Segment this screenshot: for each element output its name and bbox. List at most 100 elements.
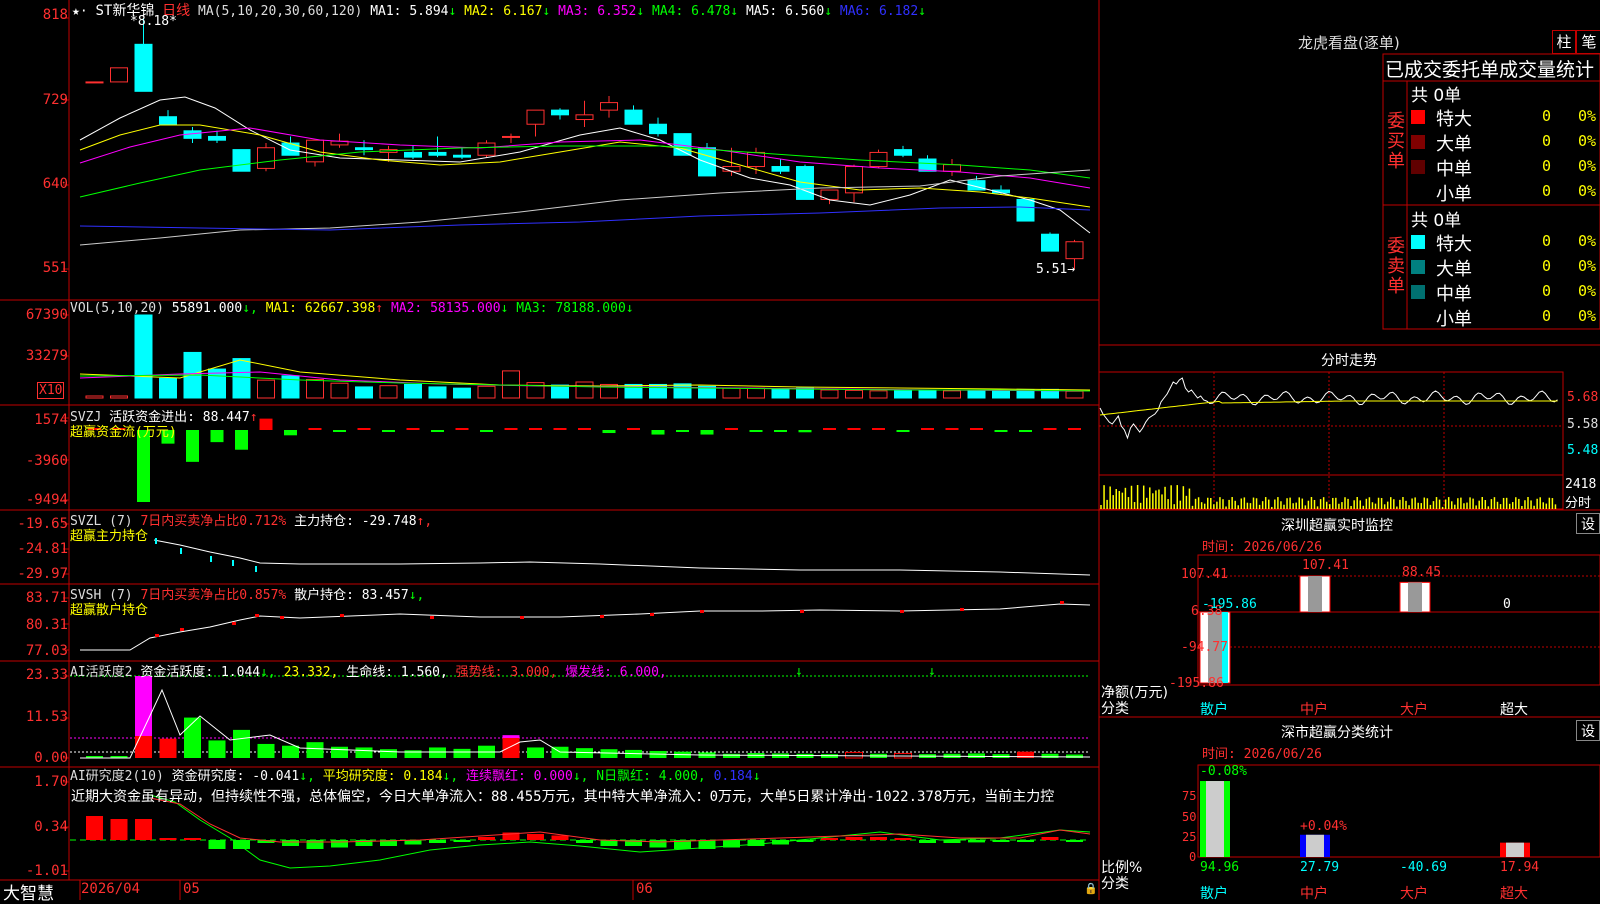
ma5-line — [79, 169, 1091, 246]
fund-flow-bar — [872, 428, 885, 430]
sz-classify-bar-shade — [1206, 781, 1224, 857]
ai-research-bar — [282, 840, 299, 846]
fund-flow-bar — [921, 428, 934, 430]
volume-bar — [502, 370, 520, 399]
svsh-marker — [430, 616, 434, 619]
vol-value: 55891.000 — [171, 301, 243, 316]
ai-active-bar — [527, 747, 544, 758]
svsh-marker — [800, 610, 804, 613]
order-row-value: 0 — [1542, 282, 1552, 300]
sz-classify-bar-shade — [1306, 834, 1324, 857]
intraday-tick: 5.68 — [1567, 390, 1599, 405]
vol-unit-box[interactable]: X10 — [37, 382, 65, 399]
fund-flow-bar — [725, 428, 738, 430]
ai-research-bar — [478, 837, 495, 840]
month-may: 05 — [183, 881, 200, 897]
sz-classify-frame — [1197, 764, 1600, 858]
ai-strong-label: 强势线: — [455, 665, 503, 680]
order-row-label: 特大 — [1436, 234, 1472, 255]
ai-research-bar — [453, 840, 471, 842]
fund-flow-bar — [749, 430, 763, 432]
lock-icon[interactable]: 🔒 — [1084, 882, 1098, 895]
high-price-mark: *8.18* — [130, 14, 177, 29]
sz-classify-tick: 0 — [1189, 850, 1197, 864]
ai-active-bar — [306, 742, 324, 758]
sz-monitor-category: 中户 — [1300, 702, 1328, 718]
svsh-name: 散户持仓: — [294, 588, 354, 603]
candle-body — [159, 116, 177, 125]
order-row-pct: 0% — [1578, 257, 1597, 275]
volume-bar — [845, 389, 863, 399]
ai-life-value: 1.560, — [400, 665, 448, 680]
vol-ma1-line — [79, 359, 1091, 391]
fund-flow-bar — [504, 428, 518, 430]
sz-monitor-category: 大户 — [1400, 702, 1428, 718]
sz-classify-tick: 50 — [1182, 810, 1197, 824]
fund-flow-bar — [945, 428, 959, 430]
price-tick: 818 — [42, 7, 68, 23]
candle-body — [526, 109, 545, 125]
order-row-value: 0 — [1542, 232, 1552, 250]
vol-ma1-name: MA1: — [265, 301, 297, 316]
sz-classify-value: -40.69 — [1400, 860, 1447, 875]
svsh-marker — [340, 614, 344, 617]
volume-bar — [404, 383, 422, 399]
ai-research-bar — [576, 840, 593, 843]
candle-body — [355, 147, 373, 151]
ai-active-bar — [1041, 753, 1059, 758]
ai-research-tick: -1.01 — [25, 863, 68, 879]
svzl-tick: -24.81 — [17, 541, 68, 557]
volume-bar — [159, 377, 177, 399]
ai-blue-arrow: ↓ — [752, 769, 761, 784]
candle-body — [1016, 198, 1035, 222]
ai-research-bar — [845, 837, 863, 840]
volume-bar — [428, 386, 447, 399]
ai-active-bar — [404, 750, 422, 758]
volume-bar — [477, 385, 496, 399]
candle-body — [918, 158, 937, 172]
volume-bar — [232, 358, 251, 399]
candle-body — [110, 67, 128, 83]
fund-flow-bar — [847, 428, 861, 430]
sz-monitor-settings-button[interactable]: 设 — [1576, 513, 1600, 534]
svsh-ratio: 7日内买卖净占比0.857% — [140, 588, 287, 603]
vol-ma2-name: MA2: — [390, 301, 423, 316]
sz-monitor-category: 超大 — [1500, 702, 1528, 718]
order-row-pct: 0% — [1578, 182, 1597, 200]
ai-research-bar — [331, 840, 348, 848]
svsh-tick: 77.03 — [25, 643, 68, 659]
ma3-arrow: ↓ — [636, 4, 645, 19]
ai-research-bar — [1066, 840, 1083, 842]
tab-zhu[interactable]: 柱 — [1552, 30, 1576, 54]
ma4-name: MA4: — [652, 4, 684, 19]
svsh-marker — [900, 610, 904, 613]
candle-body — [624, 109, 643, 125]
ai-active-bar — [1066, 754, 1083, 758]
order-row-pct: 0% — [1578, 132, 1597, 150]
ma4-value: 6.478 — [691, 4, 731, 19]
brand-label[interactable]: 大智慧 — [3, 879, 54, 904]
order-row-value: 0 — [1542, 257, 1552, 275]
order-row-pct: 0% — [1578, 282, 1597, 300]
sell-count: 共 0单 — [1411, 211, 1462, 231]
fund-flow-bar — [896, 430, 910, 432]
price-tick: 551 — [42, 260, 68, 276]
sz-monitor-title: 深圳超赢实时监控 — [1281, 518, 1393, 534]
svsh-marker — [180, 628, 184, 631]
ai-research-bar — [821, 838, 838, 840]
star-icon[interactable]: ★· — [72, 4, 88, 19]
ai-research-bar — [968, 840, 985, 843]
candle-body — [502, 135, 520, 138]
order-row-label: 特大 — [1436, 109, 1472, 130]
fund-flow-bar — [1043, 428, 1057, 430]
order-row-pct: 0% — [1578, 107, 1597, 125]
ai-active-v2: 23.332, — [283, 665, 339, 680]
order-row-pct: 0% — [1578, 307, 1597, 325]
sz-classify-top-label: -0.08% — [1200, 764, 1247, 779]
tab-bi[interactable]: 笔 — [1576, 30, 1600, 54]
date-label: 2026/04 — [81, 881, 141, 897]
ai-active-label: AI活跃度2 — [70, 665, 133, 680]
volume-bar — [747, 387, 765, 399]
volume-bar — [796, 387, 814, 399]
sz-classify-settings-button[interactable]: 设 — [1576, 720, 1600, 741]
